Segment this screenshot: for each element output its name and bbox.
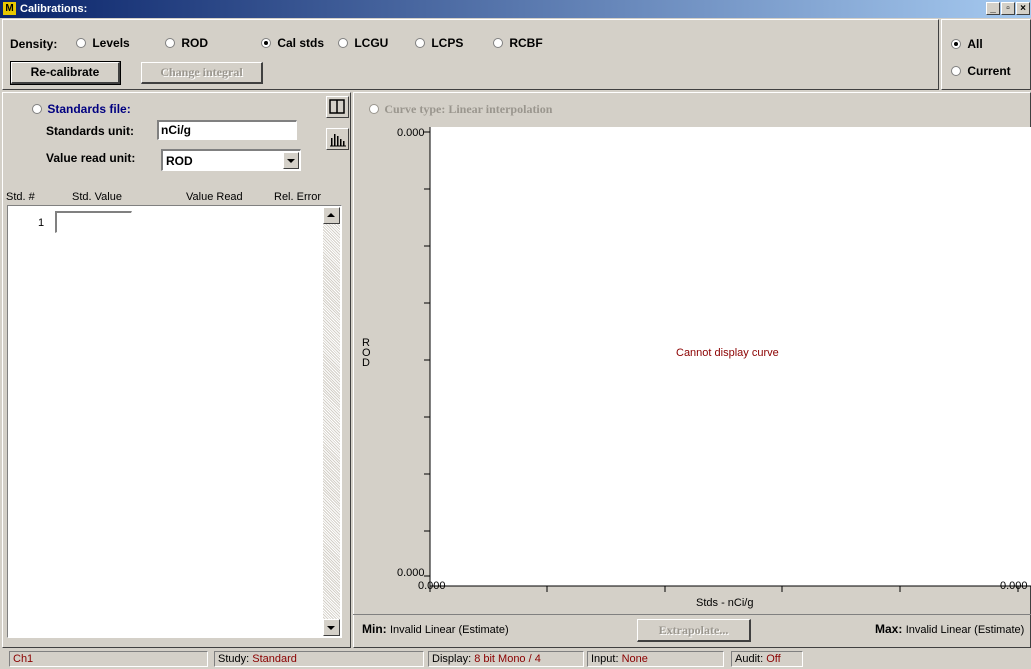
- standards-file-label: Standards file:: [47, 102, 131, 116]
- value-read-unit-select[interactable]: ROD: [161, 149, 301, 171]
- x-axis-label: Stds - nCi/g: [696, 597, 754, 609]
- max-value: Invalid Linear (Estimate): [905, 624, 1025, 636]
- standards-table: 1: [7, 205, 342, 638]
- density-option-rcbf[interactable]: RCBF: [493, 36, 543, 50]
- value-read-unit-label: Value read unit:: [46, 151, 136, 165]
- density-option-cal-stds[interactable]: Cal stds: [261, 36, 324, 50]
- columns-view-button[interactable]: [326, 96, 349, 118]
- recalibrate-button[interactable]: Re-calibrate: [10, 61, 121, 85]
- standards-file-option[interactable]: Standards file:: [32, 102, 131, 116]
- status-audit-value: Off: [766, 653, 781, 665]
- y-tick-top: 0.000: [397, 127, 425, 139]
- status-display-label: Display:: [432, 653, 472, 665]
- dropdown-arrow-button[interactable]: [283, 152, 299, 169]
- column-header-std-num: Std. #: [6, 191, 35, 203]
- y-tick-bottom: 0.000: [397, 567, 425, 579]
- density-label: Density:: [10, 37, 58, 51]
- status-input: Input: None: [587, 651, 724, 667]
- max-label: Max:: [875, 622, 903, 636]
- radio-rcbf[interactable]: [493, 38, 503, 48]
- status-audit-label: Audit:: [735, 653, 764, 665]
- change-integral-button[interactable]: Change integral: [141, 62, 263, 84]
- radio-curve-type[interactable]: [369, 104, 379, 114]
- status-audit: Audit: Off: [731, 651, 803, 667]
- maximize-button[interactable]: ▫: [1001, 2, 1015, 15]
- column-header-rel-error: Rel. Error: [274, 191, 322, 203]
- column-header-value-read: Value Read: [186, 191, 243, 203]
- scope-panel: [941, 19, 1031, 90]
- radio-all[interactable]: [951, 39, 961, 49]
- divider: [353, 614, 1031, 615]
- status-display: Display: 8 bit Mono / 4: [428, 651, 584, 667]
- column-header-std-value: Std. Value: [72, 191, 122, 203]
- status-channel: Ch1: [9, 651, 208, 667]
- y-axis-label: ROD: [362, 337, 371, 369]
- vertical-scrollbar[interactable]: [323, 207, 340, 636]
- status-study-label: Study:: [218, 653, 250, 665]
- radio-cal-stds[interactable]: [261, 38, 271, 48]
- app-icon: M: [3, 2, 16, 15]
- status-input-value: None: [621, 653, 648, 665]
- radio-levels[interactable]: [76, 38, 86, 48]
- chevron-up-icon: [327, 213, 335, 217]
- window-title: Calibrations:: [20, 3, 88, 15]
- radio-standards-file[interactable]: [32, 104, 42, 114]
- status-study: Study: Standard: [214, 651, 424, 667]
- min-value: Invalid Linear (Estimate): [390, 624, 509, 636]
- chart-frame: [424, 127, 1031, 592]
- min-readout: Min: Invalid Linear (Estimate): [362, 622, 509, 636]
- radio-lcgu[interactable]: [338, 38, 348, 48]
- density-option-rod[interactable]: ROD: [165, 36, 208, 50]
- scope-option-current[interactable]: Current: [951, 64, 1011, 78]
- chevron-down-icon: [287, 159, 295, 163]
- minimize-button[interactable]: _: [986, 2, 1000, 15]
- title-bar[interactable]: M Calibrations: _ ▫ ×: [0, 0, 1031, 18]
- density-option-lcgu[interactable]: LCGU: [338, 36, 388, 50]
- curve-chart: 0.000 0.000 0.000 0.000 Stds - nCi/g ROD…: [356, 118, 1031, 614]
- extrapolate-button[interactable]: Extrapolate...: [637, 619, 751, 642]
- radio-lcps[interactable]: [415, 38, 425, 48]
- curve-type-label: Curve type: Linear interpolation: [384, 102, 553, 116]
- table-row-number: 1: [38, 217, 45, 229]
- x-tick-right: 0.000: [1000, 580, 1028, 592]
- curve-type-option[interactable]: Curve type: Linear interpolation: [369, 102, 552, 117]
- scroll-down-button[interactable]: [323, 619, 340, 636]
- status-display-value: 8 bit Mono / 4: [474, 653, 541, 665]
- std-value-input[interactable]: [55, 211, 132, 233]
- radio-current[interactable]: [951, 66, 961, 76]
- close-button[interactable]: ×: [1016, 2, 1030, 15]
- chevron-down-icon: [327, 626, 335, 630]
- value-read-unit-value: ROD: [166, 154, 193, 168]
- max-readout: Max: Invalid Linear (Estimate): [875, 622, 1024, 636]
- histogram-button[interactable]: [326, 128, 349, 150]
- standards-unit-label: Standards unit:: [46, 124, 135, 138]
- scroll-up-button[interactable]: [323, 207, 340, 224]
- radio-rod[interactable]: [165, 38, 175, 48]
- min-label: Min:: [362, 622, 387, 636]
- scope-option-all[interactable]: All: [951, 37, 983, 51]
- density-option-lcps[interactable]: LCPS: [415, 36, 463, 50]
- density-option-levels[interactable]: Levels: [76, 36, 130, 50]
- standards-unit-input[interactable]: nCi/g: [157, 120, 297, 140]
- columns-icon: [329, 99, 345, 114]
- x-tick-left: 0.000: [418, 580, 446, 592]
- status-study-value: Standard: [252, 653, 297, 665]
- status-input-label: Input:: [591, 653, 619, 665]
- curve-message: Cannot display curve: [676, 347, 779, 359]
- histogram-icon: [330, 134, 346, 147]
